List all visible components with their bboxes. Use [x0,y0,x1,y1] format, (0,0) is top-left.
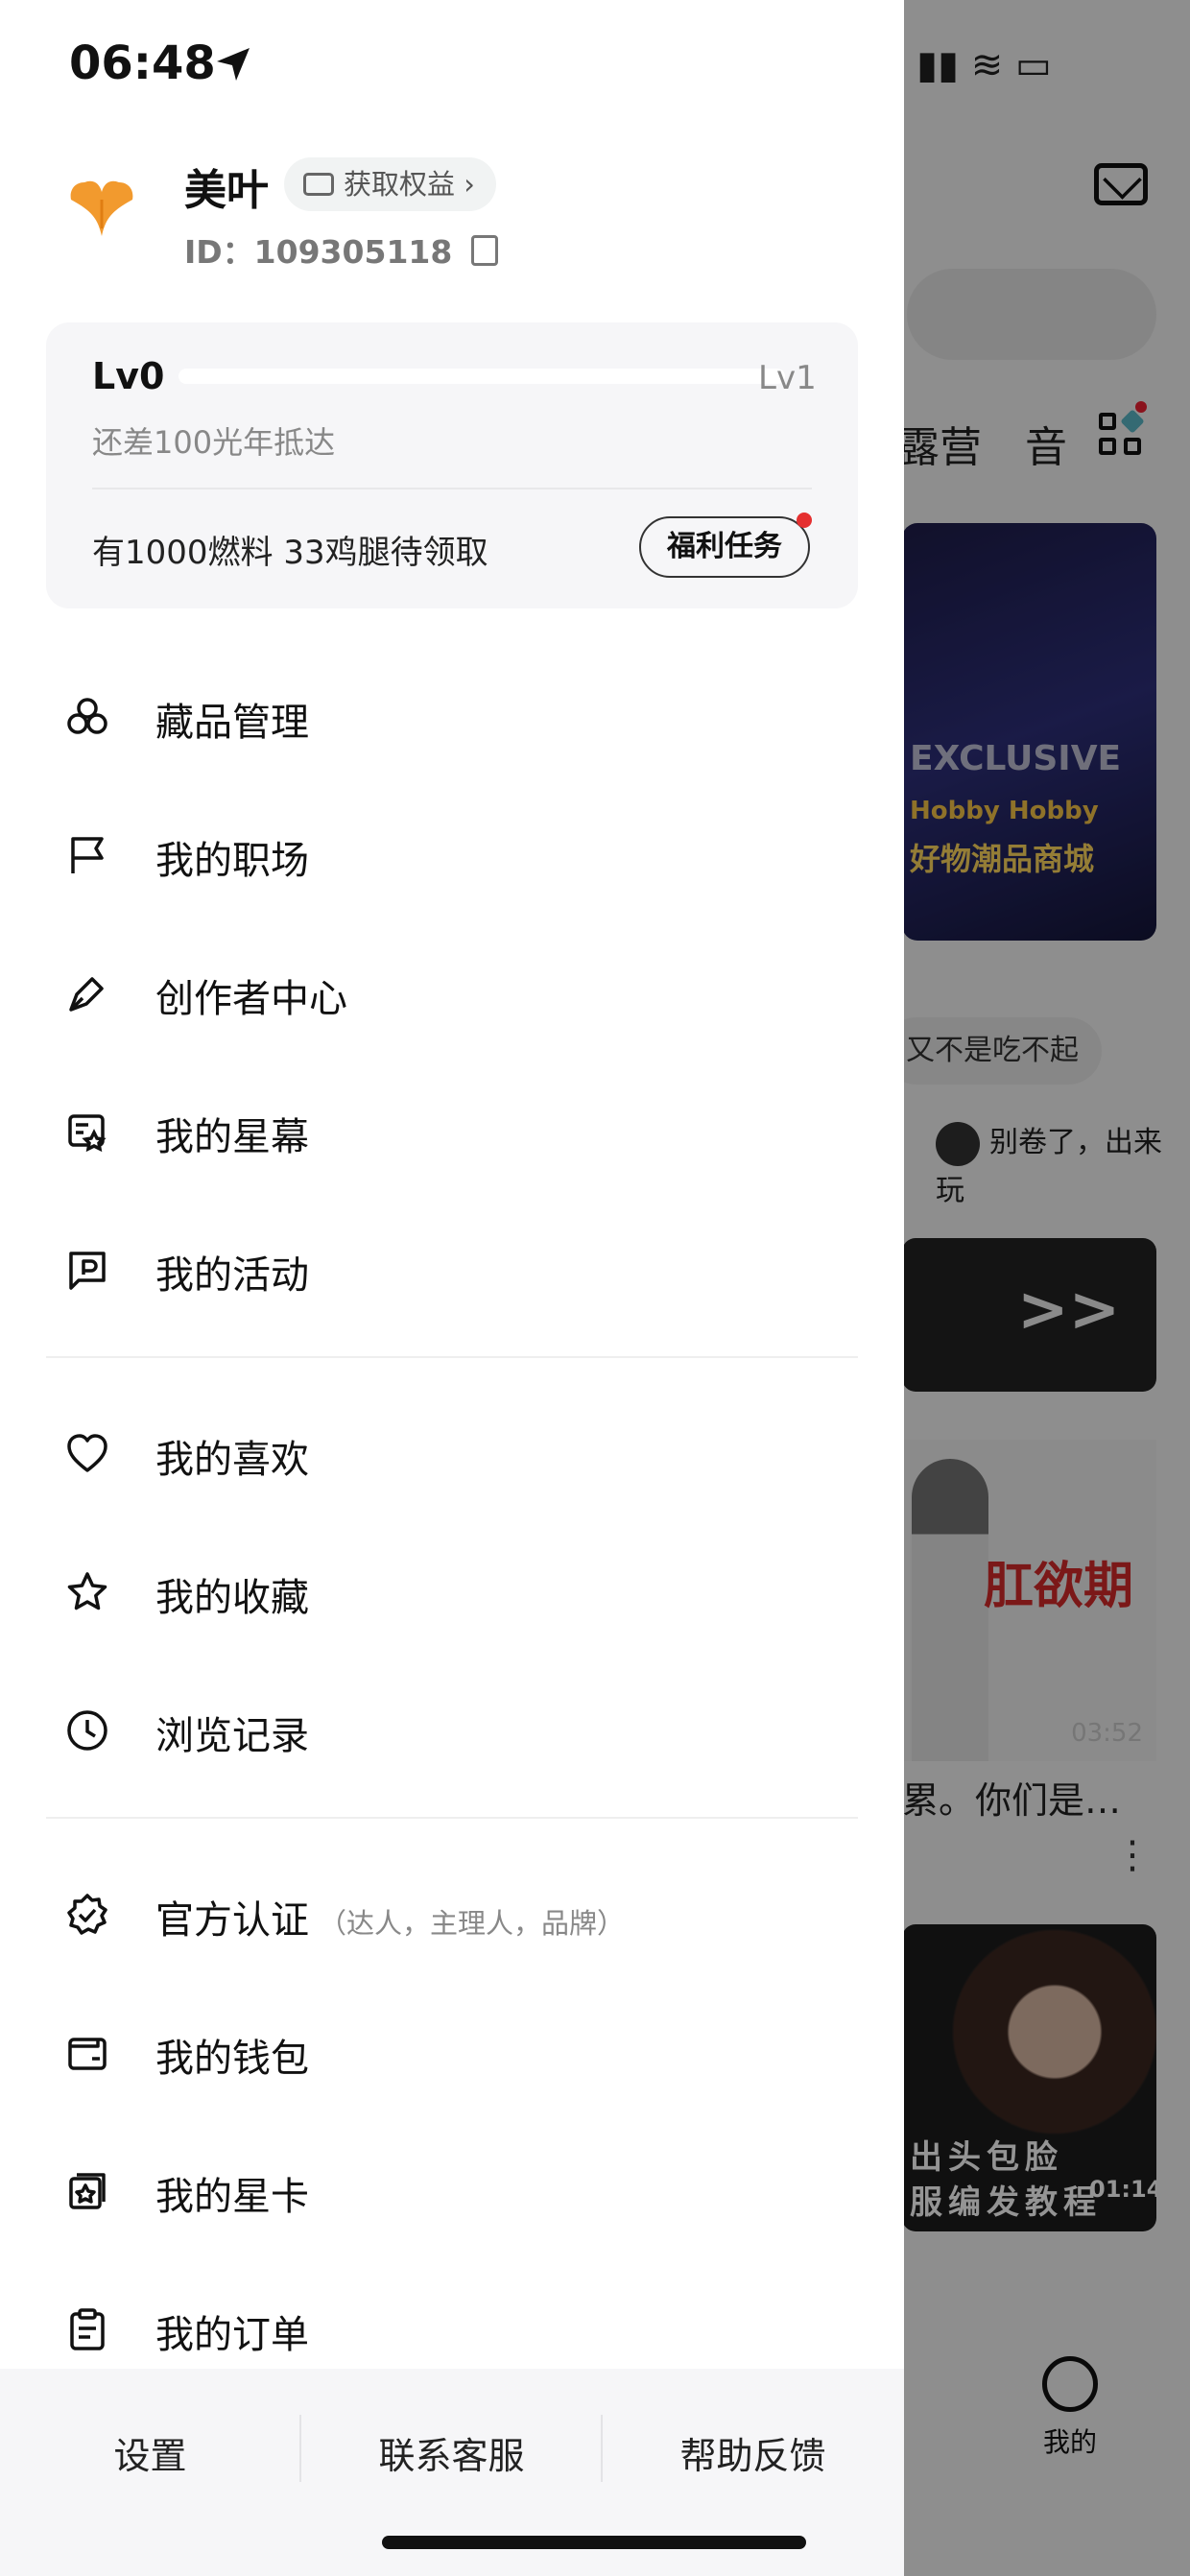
menu-star-card[interactable]: 我的星卡 [0,2129,904,2244]
menu-favorites[interactable]: 我的收藏 [0,1530,904,1645]
level-card: Lv0 Lv1 还差100光年抵达 有1000燃料 33鸡腿待领取 福利任务 [46,322,858,608]
next-level: Lv1 [758,359,817,397]
welfare-task-button[interactable]: 福利任务 [639,513,812,578]
star-screen-icon [68,1114,107,1153]
help-feedback-button[interactable]: 帮助反馈 [603,2426,903,2479]
settings-button[interactable]: 设置 [0,2426,300,2479]
menu-history[interactable]: 浏览记录 [0,1668,904,1783]
menu-creator-center[interactable]: 创作者中心 [0,931,904,1046]
flag-icon [71,837,104,873]
activity-icon [69,1252,106,1290]
notification-dot [797,513,812,528]
level-note: 还差100光年抵达 [92,424,336,461]
star-card-icon [69,2173,106,2209]
menu-orders[interactable]: 我的订单 [0,2267,904,2382]
wallet-icon [68,2038,107,2070]
status-time: 06:48 [69,36,216,90]
user-name: 美叶 [184,166,269,215]
divider [92,488,812,489]
menu-workplace[interactable]: 我的职场 [0,793,904,908]
copy-icon[interactable] [470,235,498,266]
get-benefits-button[interactable]: 获取权益 › [284,157,496,211]
menu-wallet[interactable]: 我的钱包 [0,1991,904,2106]
level-progress-bar [178,369,785,384]
pen-icon [69,977,104,1012]
current-level: Lv0 [92,355,165,397]
menu-divider [46,1356,858,1358]
heart-icon [67,1434,107,1472]
verified-icon [67,1894,107,1935]
menu-likes[interactable]: 我的喜欢 [0,1392,904,1507]
location-arrow-icon [217,48,250,81]
benefit-label: 获取权益 › [344,168,475,201]
avatar[interactable] [65,171,138,238]
clipboard-icon [70,2308,105,2350]
collection-icon [67,698,107,734]
clock-icon [67,1710,107,1751]
menu-divider [46,1817,858,1819]
card-icon [303,173,334,196]
menu-collection[interactable]: 藏品管理 [0,655,904,770]
menu-verification[interactable]: 官方认证 （达人，主理人，品牌） [0,1852,904,1968]
side-drawer: 06:48 美叶 获取权益 › ID：109305118 Lv0 Lv1 还差1… [0,0,904,2576]
star-icon [67,1572,107,1610]
home-indicator [382,2536,806,2549]
menu-activities[interactable]: 我的活动 [0,1207,904,1323]
menu-star-screen[interactable]: 我的星幕 [0,1069,904,1184]
user-id: ID：109305118 [184,227,498,273]
contact-support-button[interactable]: 联系客服 [301,2426,602,2479]
rewards-text: 有1000燃料 33鸡腿待领取 [92,534,488,572]
